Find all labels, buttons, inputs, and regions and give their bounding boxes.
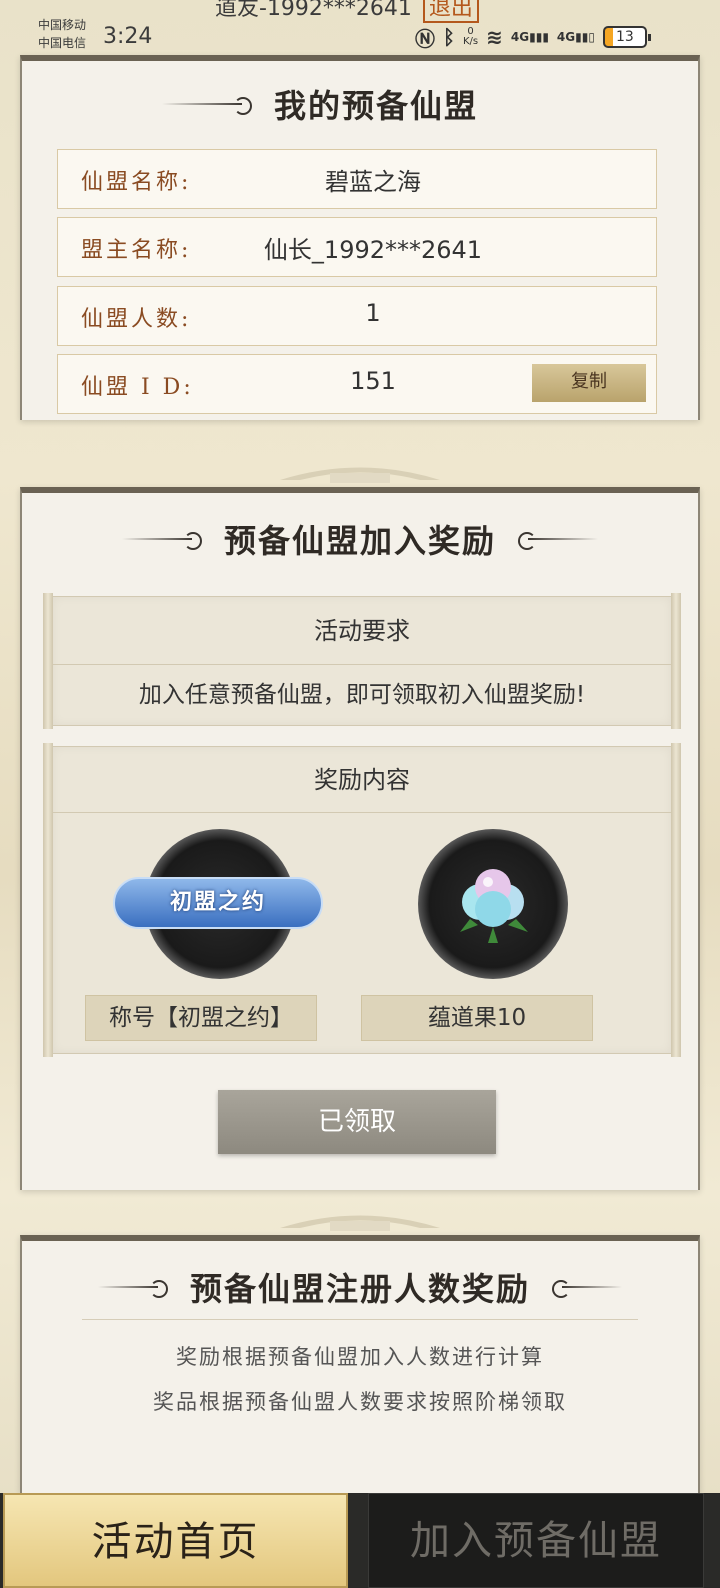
register-reward-title-row: 预备仙盟注册人数奖励 — [22, 1264, 698, 1310]
reward-box: 奖励内容 初盟之约 称号【初盟之约】 蕴道果10 — [43, 743, 681, 1057]
bottom-tab-bar: 活动首页 加入预备仙盟 — [0, 1493, 720, 1588]
requirement-heading: 活动要求 — [53, 597, 671, 665]
leader-name-row: 盟主名称: 仙长_1992***2641 — [57, 217, 657, 277]
net-speed-unit: K/s — [463, 36, 479, 47]
copy-id-button[interactable]: 复制 — [532, 364, 646, 402]
roof-ornament — [280, 467, 440, 483]
battery-level: 13 — [616, 29, 634, 45]
member-count-row: 仙盟人数: 1 — [57, 286, 657, 346]
reward-heading: 奖励内容 — [53, 747, 671, 813]
status-bar: 中国移动 中国电信 3:24 道友-1992***2641 退出 Ⓝ ᛒ 0 K… — [0, 0, 720, 60]
join-reward-title-row: 预备仙盟加入奖励 — [22, 516, 698, 562]
leader-name-value: 仙长_1992***2641 — [263, 236, 483, 264]
signal-2-icon: 4G▮▮▯ — [556, 30, 595, 44]
battery-icon: 13 — [602, 26, 651, 48]
requirement-box: 活动要求 加入任意预备仙盟，即可领取初入仙盟奖励! — [43, 593, 681, 729]
alliance-name-row: 仙盟名称: 碧蓝之海 — [57, 149, 657, 209]
nfc-icon: Ⓝ — [415, 26, 435, 51]
join-reward-title: 预备仙盟加入奖励 — [223, 522, 496, 560]
my-alliance-title-row: 我的预备仙盟 — [22, 81, 698, 127]
alliance-id-label: 仙盟 I D: — [81, 375, 194, 400]
bluetooth-icon: ᛒ — [443, 25, 455, 49]
signal-2-label: 4G — [556, 30, 576, 44]
signal-1-label: 4G — [510, 30, 530, 44]
claimed-button[interactable]: 已领取 — [218, 1090, 496, 1154]
alliance-name-value: 碧蓝之海 — [325, 168, 421, 196]
account-line: 道友-1992***2641 退出 — [215, 0, 479, 23]
register-desc-line-2: 奖品根据预备仙盟人数要求按照阶梯领取 — [153, 1390, 567, 1414]
leader-name-label: 盟主名称: — [81, 238, 192, 263]
logout-button[interactable]: 退出 — [422, 0, 479, 23]
carrier-info: 中国移动 中国电信 — [38, 16, 86, 52]
alliance-id-value: 151 — [350, 367, 396, 395]
net-speed: 0 K/s — [463, 27, 478, 47]
wifi-icon: ≋ — [486, 25, 503, 49]
requirement-text: 加入任意预备仙盟，即可领取初入仙盟奖励! — [138, 682, 586, 708]
account-name: 道友-1992***2641 — [215, 0, 412, 21]
carrier-2: 中国电信 — [38, 36, 87, 50]
spirit-fruit-icon — [460, 869, 528, 943]
member-count-label: 仙盟人数: — [81, 307, 192, 332]
roof-ornament — [280, 1215, 440, 1231]
fruit-reward-label: 蕴道果10 — [361, 995, 593, 1041]
carrier-1: 中国移动 — [38, 18, 87, 32]
title-badge-icon: 初盟之约 — [113, 877, 323, 929]
system-icons: Ⓝ ᛒ 0 K/s ≋ 4G▮▮▮ 4G▮▮▯ 13 — [415, 22, 651, 52]
signal-1-icon: 4G▮▮▮ — [510, 30, 549, 44]
alliance-id-row: 仙盟 I D: 151 复制 — [57, 354, 657, 414]
alliance-name-label: 仙盟名称: — [81, 170, 192, 195]
left-swirl-ornament — [97, 1280, 168, 1298]
left-swirl-ornament — [162, 97, 252, 115]
title-badge-text: 初盟之约 — [169, 889, 266, 915]
tab-activity-home[interactable]: 活动首页 — [3, 1493, 348, 1588]
title-divider — [82, 1319, 638, 1320]
right-swirl-ornament — [518, 532, 598, 546]
right-swirl-ornament — [552, 1280, 622, 1294]
title-reward-label: 称号【初盟之约】 — [85, 995, 317, 1041]
clock: 3:24 — [103, 24, 153, 49]
member-count-value: 1 — [365, 299, 381, 327]
register-desc-line-1: 奖励根据预备仙盟加入人数进行计算 — [176, 1345, 544, 1369]
register-reward-panel: 预备仙盟注册人数奖励 奖励根据预备仙盟加入人数进行计算 奖品根据预备仙盟人数要求… — [20, 1235, 700, 1493]
left-swirl-ornament — [121, 532, 202, 550]
my-alliance-panel: 我的预备仙盟 仙盟名称: 碧蓝之海 盟主名称: 仙长_1992***2641 仙… — [20, 55, 700, 420]
my-alliance-title: 我的预备仙盟 — [274, 87, 479, 125]
tab-join-alliance[interactable]: 加入预备仙盟 — [368, 1493, 704, 1588]
join-reward-panel: 预备仙盟加入奖励 活动要求 加入任意预备仙盟，即可领取初入仙盟奖励! 奖励内容 … — [20, 487, 700, 1190]
register-reward-title: 预备仙盟注册人数奖励 — [189, 1270, 530, 1308]
